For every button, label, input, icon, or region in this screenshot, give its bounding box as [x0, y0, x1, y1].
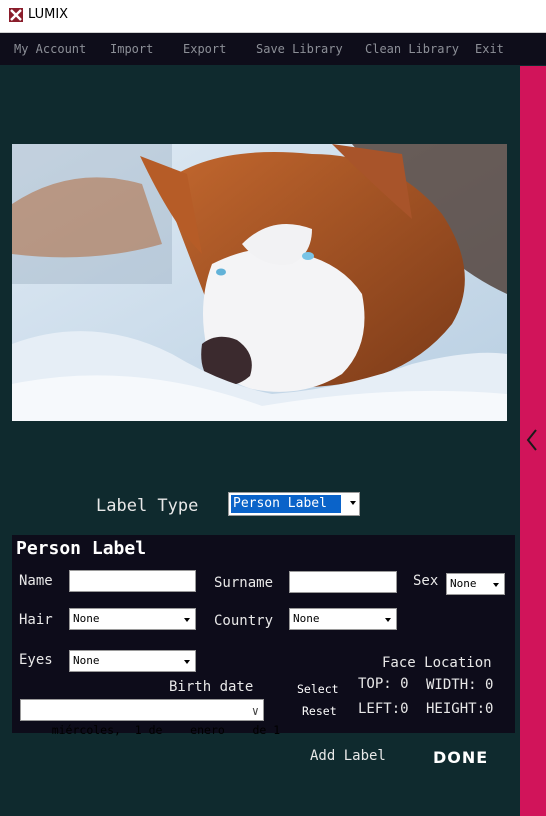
- face-height-value: HEIGHT:0: [426, 701, 494, 717]
- person-label-title: Person Label: [16, 538, 147, 559]
- menu-export[interactable]: Export: [183, 42, 226, 56]
- menu-exit[interactable]: Exit: [475, 42, 504, 56]
- menu-import[interactable]: Import: [110, 42, 153, 56]
- select-face-button[interactable]: Select: [297, 682, 339, 696]
- chevron-down-icon: [493, 583, 499, 587]
- done-button[interactable]: DONE: [433, 748, 488, 767]
- birth-date-picker[interactable]: miércoles, 1 de enero de 1 ∨: [20, 699, 280, 737]
- hair-select-value: None: [73, 612, 100, 625]
- menu-bar: My Account Import Export Save Library Cl…: [0, 33, 546, 65]
- country-select[interactable]: None: [289, 608, 397, 630]
- person-label-panel: Person Label Name Surname Sex None Hair …: [12, 535, 515, 737]
- label-type-selected-value: Person Label: [231, 495, 341, 513]
- face-left-value: LEFT:0: [358, 701, 409, 717]
- label-type-label: Label Type: [96, 496, 199, 516]
- face-top-value: TOP: 0: [358, 676, 409, 692]
- menu-my-account[interactable]: My Account: [14, 42, 86, 56]
- lumix-x-logo-icon: [9, 8, 23, 22]
- app-title: LUMIX: [28, 7, 69, 22]
- country-label: Country: [214, 613, 274, 629]
- chevron-down-icon: [184, 660, 190, 664]
- hair-label: Hair: [19, 612, 53, 628]
- surname-field[interactable]: [289, 571, 397, 593]
- face-width-value: WIDTH: 0: [426, 677, 494, 693]
- name-field[interactable]: [69, 570, 196, 592]
- hair-select[interactable]: None: [69, 608, 196, 630]
- chevron-left-icon[interactable]: [525, 428, 539, 456]
- sex-select-value: None: [450, 577, 477, 590]
- birth-date-label: Birth date: [169, 679, 254, 695]
- image-preview[interactable]: [12, 144, 507, 421]
- face-location-title: Face Location: [382, 655, 492, 671]
- sex-label: Sex: [413, 573, 439, 589]
- sex-select[interactable]: None: [446, 573, 505, 595]
- menu-save-library[interactable]: Save Library: [256, 42, 343, 56]
- surname-label: Surname: [214, 575, 274, 591]
- chevron-down-icon: [184, 618, 190, 622]
- chevron-down-icon: [385, 618, 391, 622]
- reset-face-button[interactable]: Reset: [302, 704, 337, 718]
- country-select-value: None: [293, 612, 320, 625]
- add-label-button[interactable]: Add Label: [310, 748, 386, 764]
- birth-date-value: miércoles, 1 de enero de 1: [51, 723, 281, 737]
- name-label: Name: [19, 573, 53, 589]
- chevron-down-icon: [350, 501, 356, 505]
- eyes-select[interactable]: None: [69, 650, 196, 672]
- calendar-dropdown-icon: ∨: [251, 704, 259, 718]
- eyes-select-value: None: [73, 654, 100, 667]
- sidebar-panel: [520, 66, 546, 816]
- label-type-select[interactable]: Person Label: [228, 492, 360, 516]
- title-bar: LUMIX: [0, 0, 546, 33]
- eyes-label: Eyes: [19, 652, 53, 668]
- menu-clean-library[interactable]: Clean Library: [365, 42, 459, 56]
